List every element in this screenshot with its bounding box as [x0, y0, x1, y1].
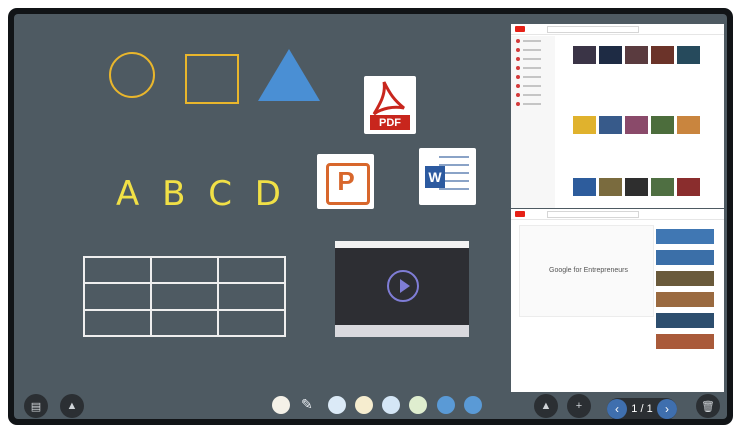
youtube-logo-icon	[515, 26, 525, 32]
export-tool-button[interactable]	[382, 396, 400, 414]
menu-button[interactable]: ▤	[24, 394, 48, 418]
video-title-text: Google for Entrepreneurs	[549, 267, 628, 274]
search-input[interactable]	[547, 25, 639, 33]
redo-button[interactable]	[464, 396, 482, 414]
video-thumbnail-row	[573, 178, 700, 196]
drawn-table[interactable]	[83, 255, 286, 338]
chevron-right-icon: ›	[665, 402, 669, 416]
triangle-icon: ▲	[66, 400, 78, 412]
browser-window-video[interactable]: Google for Entrepreneurs	[511, 209, 724, 392]
triangle-icon: ▲	[540, 400, 552, 412]
note-tool-button[interactable]	[355, 396, 373, 414]
grid-icon: ▤	[30, 400, 42, 413]
undo-button[interactable]	[437, 396, 455, 414]
hand-tool-button[interactable]	[272, 396, 290, 414]
word-file-icon[interactable]: W	[419, 148, 476, 205]
delete-page-button[interactable]: 🗑	[696, 394, 720, 418]
toolbar-toggle-button-right[interactable]: ▲	[534, 394, 558, 418]
powerpoint-file-icon[interactable]: P	[317, 154, 374, 209]
page-indicator: 1 / 1	[631, 403, 653, 415]
video-thumbnail-row	[573, 46, 700, 64]
whiteboard-canvas[interactable]: A B C D PDF P W Google for Entrepreneurs…	[14, 14, 727, 419]
search-input[interactable]	[547, 210, 639, 218]
video-thumbnail-row	[573, 116, 700, 134]
youtube-logo-icon	[515, 211, 525, 217]
square-shape[interactable]	[185, 54, 239, 104]
pen-tool-button[interactable]: ✎	[301, 396, 319, 414]
toolbar-toggle-button[interactable]: ▲	[60, 394, 84, 418]
related-videos-list	[656, 229, 714, 384]
video-control-bar[interactable]	[335, 325, 469, 337]
brush-tool-button[interactable]	[328, 396, 346, 414]
recycle-tool-button[interactable]	[409, 396, 427, 414]
trash-icon: 🗑	[701, 400, 715, 413]
pen-icon: ✎	[301, 396, 313, 412]
page-navigator: ‹ 1 / 1 ›	[607, 398, 677, 419]
plus-icon: +	[575, 400, 583, 412]
pdf-file-icon[interactable]: PDF	[364, 76, 416, 134]
video-player[interactable]	[335, 241, 469, 337]
browser-window-youtube[interactable]	[511, 24, 724, 208]
browser-toolbar	[511, 209, 724, 220]
circle-shape[interactable]	[109, 52, 155, 98]
letters-text[interactable]: A B C D	[116, 174, 287, 214]
next-page-button[interactable]: ›	[657, 399, 677, 419]
triangle-shape[interactable]	[258, 49, 320, 101]
browser-toolbar	[511, 24, 724, 35]
add-page-button[interactable]: +	[567, 394, 591, 418]
youtube-sidebar	[511, 36, 555, 208]
chevron-left-icon: ‹	[615, 402, 619, 416]
ppt-letter: P	[337, 166, 355, 196]
word-letter: W	[425, 166, 445, 188]
previous-page-button[interactable]: ‹	[607, 399, 627, 419]
play-icon[interactable]	[387, 270, 419, 302]
pdf-label: PDF	[370, 115, 410, 130]
